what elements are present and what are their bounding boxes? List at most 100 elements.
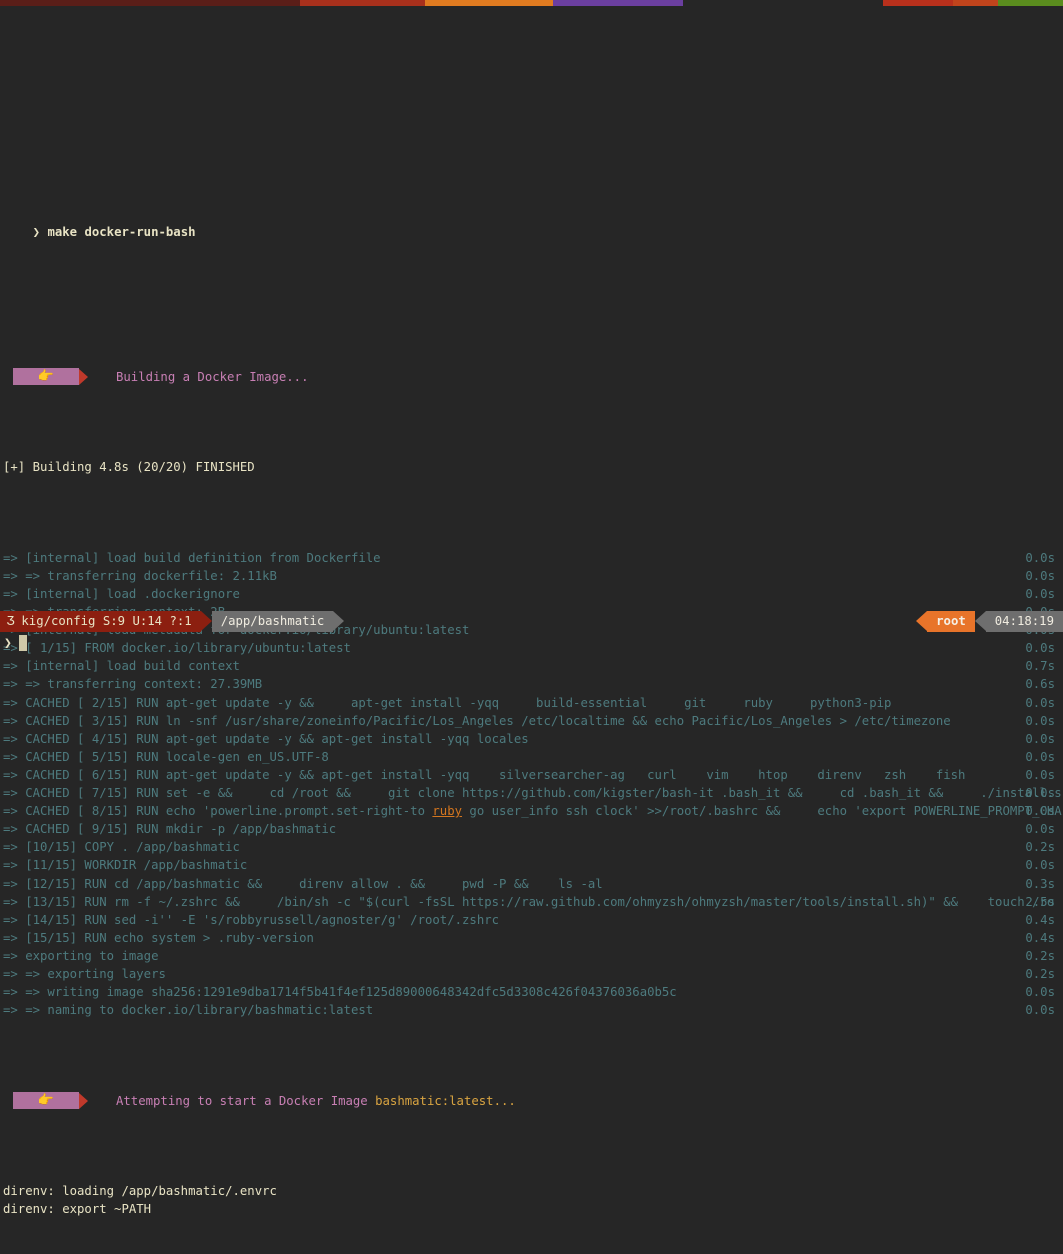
build-line-duration: 0.0s xyxy=(1025,568,1055,583)
git-branch-icon: Ʒ xyxy=(7,614,15,628)
pointing-hand-emoji: 👉 xyxy=(13,368,79,386)
build-line: => => naming to docker.io/library/bashma… xyxy=(0,1001,1063,1019)
build-line-duration: 0.0s xyxy=(1025,713,1055,728)
banner-arrow-icon xyxy=(79,368,88,385)
build-line: => [12/15] RUN cd /app/bashmatic && dire… xyxy=(0,875,1063,893)
strip-spacer-line xyxy=(0,127,1063,133)
build-line: => [15/15] RUN echo system > .ruby-versi… xyxy=(0,929,1063,947)
separator-left-root xyxy=(916,611,928,631)
git-branch-segment[interactable]: Ʒkig/config S:9 U:14 ?:1 xyxy=(0,611,201,632)
build-line: => [11/15] WORKDIR /app/bashmatic 0.0s xyxy=(0,856,1063,874)
banner-building: 👉 Building a Docker Image... xyxy=(0,368,1063,386)
build-line: => CACHED [ 9/15] RUN mkdir -p /app/bash… xyxy=(0,820,1063,838)
separator-root-time xyxy=(974,611,986,631)
build-line-duration: 0.0s xyxy=(1025,587,1055,601)
build-line-duration: 0.2s xyxy=(1025,966,1055,981)
build-line-text: => [13/15] RUN rm -f ~/.zshrc && /bin/sh… xyxy=(3,894,1055,909)
build-header: [+] Building 4.8s (20/20) FINISHED xyxy=(3,460,255,475)
build-line-text: => CACHED [ 6/15] RUN apt-get update -y … xyxy=(3,767,966,782)
build-line: => [13/15] RUN rm -f ~/.zshrc && /bin/sh… xyxy=(0,893,1063,911)
path-segment[interactable]: /app/bashmatic xyxy=(211,611,334,632)
tab-strip-seg-red2 xyxy=(883,0,953,6)
build-line-duration: 0.2s xyxy=(1025,948,1055,963)
tab-strip-seg-dark-red xyxy=(0,0,300,6)
build-line: => [internal] load build definition from… xyxy=(0,549,1063,567)
build-line-duration: 0.0s xyxy=(1025,822,1055,837)
build-line-text: => [internal] load build context xyxy=(3,659,240,674)
user-segment[interactable]: root xyxy=(927,611,975,632)
banner-starting-text: Attempting to start a Docker Image bashm… xyxy=(116,1093,516,1108)
tab-strip-seg-dark xyxy=(683,0,883,6)
build-line-text: => [14/15] RUN sed -i'' -E 's/robbyrusse… xyxy=(3,912,500,927)
tab-color-strip xyxy=(0,0,1063,6)
build-line-text: => CACHED [ 3/15] RUN ln -snf /usr/share… xyxy=(3,713,951,728)
powerline-status-bar: Ʒkig/config S:9 U:14 ?:1 /app/bashmatic … xyxy=(0,611,1063,632)
build-line-duration: 0.0s xyxy=(1025,731,1055,746)
terminal-window[interactable]: ❯ make docker-run-bash 👉 Building a Dock… xyxy=(0,0,1063,1216)
build-line-duration: 0.7s xyxy=(1025,659,1055,674)
build-line-duration: 0.6s xyxy=(1025,677,1055,692)
build-line-text: => [internal] load .dockerignore xyxy=(3,587,240,601)
statusbar-right-group: root 04:18:19 xyxy=(916,611,1063,632)
build-line-text: => CACHED [ 8/15] RUN echo 'powerline.pr… xyxy=(3,804,1062,819)
command-text: make docker-run-bash xyxy=(47,225,196,240)
build-line-text: => [10/15] COPY . /app/bashmatic xyxy=(3,840,240,855)
build-line: => => transferring dockerfile: 2.11kB 0.0… xyxy=(0,567,1063,585)
prompt-glyph: ❯ xyxy=(32,225,41,240)
build-line-duration: 0.0s xyxy=(1025,786,1055,801)
build-line: => CACHED [ 3/15] RUN ln -snf /usr/share… xyxy=(0,712,1063,730)
build-line-text: => CACHED [ 4/15] RUN apt-get update -y … xyxy=(3,731,529,746)
pointing-hand-emoji: 👉 xyxy=(13,1092,79,1110)
banner-arrow-icon xyxy=(79,1092,88,1109)
direnv-line: direnv: export ~PATH xyxy=(3,1202,152,1217)
build-line-text: => [internal] load build definition from… xyxy=(3,550,381,565)
build-line: => => writing image sha256:1291e9dba1714… xyxy=(0,983,1063,1001)
build-line-text: => CACHED [ 7/15] RUN set -e && cd /root… xyxy=(3,786,1062,801)
input-prompt-glyph: ❯ xyxy=(4,635,12,651)
tab-strip-seg-red xyxy=(300,0,425,6)
banner-image-tag: bashmatic:latest... xyxy=(375,1093,516,1108)
tab-strip-seg-purple xyxy=(553,0,683,6)
build-line: => exporting to image 0.2s xyxy=(0,947,1063,965)
banner-building-text: Building a Docker Image... xyxy=(116,369,309,384)
build-line-duration: 0.0s xyxy=(1025,804,1055,819)
build-line: => [14/15] RUN sed -i'' -E 's/robbyrusse… xyxy=(0,911,1063,929)
clock-segment[interactable]: 04:18:19 xyxy=(985,611,1063,632)
build-line-duration: 0.4s xyxy=(1025,912,1055,927)
shell-input-line[interactable]: ❯ xyxy=(0,632,1063,654)
build-line-duration: 0.0s xyxy=(1025,695,1055,710)
build-line-text: => => exporting layers xyxy=(3,966,166,981)
build-line-text: => CACHED [ 2/15] RUN apt-get update -y … xyxy=(3,695,892,710)
build-line: => CACHED [ 5/15] RUN locale-gen en_US.U… xyxy=(0,748,1063,766)
command-line: ❯ make docker-run-bash xyxy=(0,205,1063,239)
build-line-duration: 0.0s xyxy=(1025,985,1055,1000)
build-line-text: => => writing image sha256:1291e9dba1714… xyxy=(3,985,677,1000)
build-line: => CACHED [ 2/15] RUN apt-get update -y … xyxy=(0,694,1063,712)
highlighted-token: ruby xyxy=(432,804,463,819)
build-line-text: => CACHED [ 5/15] RUN locale-gen en_US.U… xyxy=(3,749,329,764)
build-line-duration: 0.3s xyxy=(1025,876,1055,891)
build-line-duration: 0.4s xyxy=(1025,930,1055,945)
tab-strip-seg-green xyxy=(998,0,1063,6)
build-line: => => exporting layers 0.2s xyxy=(0,965,1063,983)
build-line-text: => exporting to image xyxy=(3,948,159,963)
git-branch-label: kig/config S:9 U:14 ?:1 xyxy=(21,614,192,628)
tab-strip-seg-orange xyxy=(425,0,553,6)
direnv-line: direnv: loading /app/bashmatic/.envrc xyxy=(3,1184,277,1199)
build-line-duration: 0.0s xyxy=(1025,749,1055,764)
build-line-duration: 0.0s xyxy=(1025,858,1055,873)
build-line-text: => [15/15] RUN echo system > .ruby-versi… xyxy=(3,930,314,945)
build-line-text: => => naming to docker.io/library/bashma… xyxy=(3,1003,374,1018)
build-line-duration: 0.2s xyxy=(1025,840,1055,855)
build-line-text: => => transferring dockerfile: 2.11kB xyxy=(3,568,277,583)
build-line-duration: 2.5s xyxy=(1025,894,1055,909)
direnv-output-list: direnv: loading /app/bashmatic/.envrc dir… xyxy=(0,1182,1063,1218)
build-line: => [internal] load build context 0.7s xyxy=(0,657,1063,675)
build-line-text: => => transferring context: 27.39MB xyxy=(3,677,263,692)
build-line-duration: 0.0s xyxy=(1025,767,1055,782)
build-line: => => transferring context: 27.39MB 0.6s xyxy=(0,675,1063,693)
build-line-duration: 0.0s xyxy=(1025,550,1055,565)
separator-path-end xyxy=(333,611,345,631)
build-line: => CACHED [ 7/15] RUN set -e && cd /root… xyxy=(0,784,1063,802)
